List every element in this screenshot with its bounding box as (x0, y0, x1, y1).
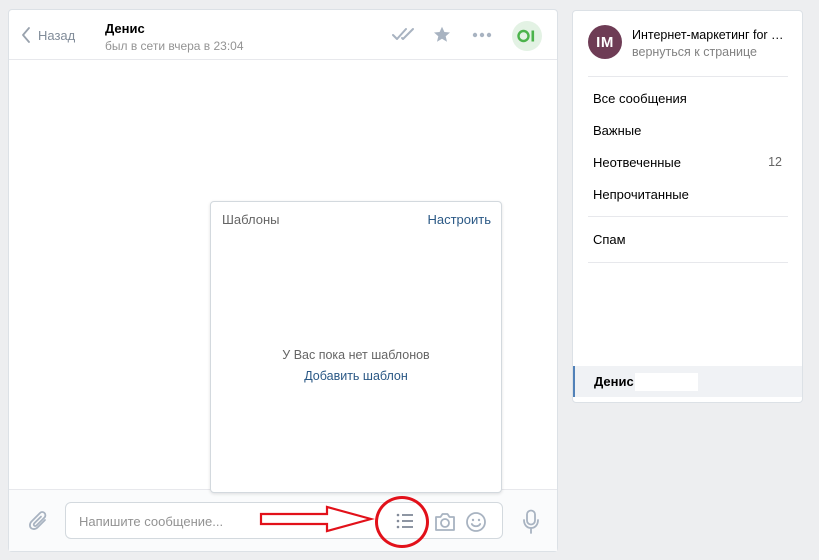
community-name: Интернет-маркетинг for … (632, 28, 784, 42)
dialog-name-mask (634, 372, 698, 391)
templates-empty-text: У Вас пока нет шаблонов (282, 348, 430, 362)
peer-status: был в сети вчера в 23:04 (105, 39, 244, 53)
back-label: Назад (38, 27, 76, 43)
more-icon[interactable] (472, 32, 492, 38)
menu-divider (588, 262, 788, 263)
paperclip-icon[interactable] (28, 509, 50, 533)
menu-divider (588, 216, 788, 217)
check-double-icon[interactable] (392, 26, 418, 42)
menu-item-all[interactable]: Все сообщения (573, 83, 802, 113)
menu-item-label: Неотвеченные (593, 154, 682, 170)
chevron-left-icon (22, 27, 30, 43)
back-button[interactable]: Назад (21, 24, 75, 46)
community-back-link[interactable]: вернуться к странице (632, 45, 757, 59)
menu-item-label: Все сообщения (593, 90, 687, 106)
smile-icon[interactable] (465, 511, 487, 533)
camera-icon[interactable] (433, 512, 457, 532)
menu-item-spam[interactable]: Спам (573, 224, 802, 254)
peer-info[interactable]: Денис был в сети вчера в 23:04 (105, 21, 244, 54)
peer-name: Денис (105, 21, 145, 36)
menu-item-unread[interactable]: Непрочитанные (573, 179, 802, 209)
community-link[interactable]: IM Интернет-маркетинг for … вернуться к … (588, 25, 792, 65)
menu-divider (588, 76, 788, 77)
online-icon (517, 29, 535, 43)
menu-item-label: Непрочитанные (593, 186, 689, 202)
menu-item-label: Важные (593, 122, 642, 138)
menu-item-unanswered[interactable]: Неотвеченные 12 (573, 147, 802, 177)
chat-header: Назад Денис был в сети вчера в 23:04 (9, 10, 557, 60)
add-template-row: Добавить шаблон (211, 369, 501, 383)
star-icon[interactable] (433, 26, 451, 43)
templates-title: Шаблоны (222, 212, 280, 227)
menu-item-label: Спам (593, 231, 626, 247)
templates-popup: Шаблоны Настроить У Вас пока нет шаблоно… (210, 201, 502, 493)
message-input-box[interactable] (65, 502, 503, 539)
composer (9, 489, 557, 551)
microphone-icon[interactable] (522, 509, 540, 535)
templates-setup-link[interactable]: Настроить (427, 212, 491, 227)
menu-item-count: 12 (768, 155, 782, 169)
template-list-icon[interactable] (394, 511, 416, 531)
peer-avatar[interactable] (512, 21, 542, 51)
dialog-name: Денис (594, 374, 634, 389)
messages-menu: IM Интернет-маркетинг for … вернуться к … (572, 10, 803, 403)
dialog-item-active[interactable]: Денис (573, 366, 802, 397)
menu-item-important[interactable]: Важные (573, 115, 802, 145)
message-input[interactable] (79, 512, 379, 530)
community-avatar: IM (588, 25, 622, 59)
add-template-link[interactable]: Добавить шаблон (304, 369, 408, 383)
